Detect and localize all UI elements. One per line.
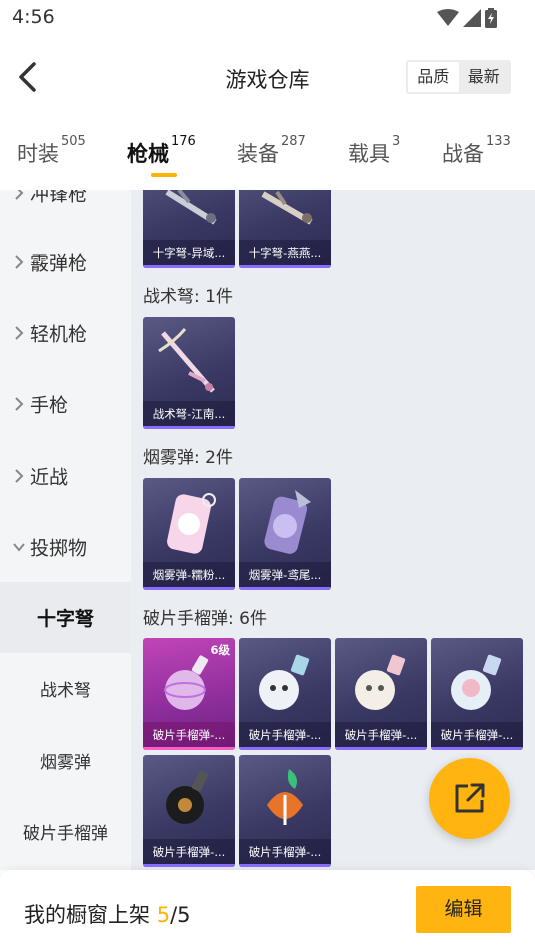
sidebar-item-melee[interactable]: 近战 (0, 440, 131, 511)
tab-label: 枪械 (127, 142, 169, 166)
frag-grenade-image (166, 770, 209, 824)
smoke-grenade-image (167, 493, 216, 554)
tactical-crossbow-image (158, 328, 215, 393)
item-name: 破片手榴弹-... (143, 722, 235, 750)
sidebar-item-label: 轻机枪 (30, 323, 88, 345)
item-name: 破片手榴弹-... (431, 722, 523, 750)
frag-grenade-image (267, 769, 303, 825)
sort-toggle: 品质 最新 (406, 60, 511, 94)
item-card[interactable]: 十字弩-异域... (143, 190, 235, 268)
category-tabs: 时装505 枪械176 装备287 载具3 战备133 (0, 132, 535, 190)
item-card[interactable]: 战术弩-江南... (143, 317, 235, 429)
tab-label: 载具 (348, 142, 390, 166)
chevron-right-icon (15, 396, 24, 411)
showcase-status: 我的橱窗上架 5/5 (24, 899, 191, 929)
showcase-footer: 我的橱窗上架 5/5 编辑 (0, 870, 535, 951)
sidebar-subitem-frag-grenade[interactable]: 破片手榴弹 (0, 796, 131, 867)
status-bar: 4:56 (0, 0, 535, 36)
tab-count: 3 (392, 134, 401, 149)
sidebar-item-lmg[interactable]: 轻机枪 (0, 297, 131, 368)
item-name: 十字弩-异域... (143, 240, 235, 268)
item-card[interactable]: 破片手榴弹-... (335, 638, 427, 750)
tab-vehicles[interactable]: 载具3 (348, 134, 400, 168)
sidebar-item-label: 手枪 (30, 394, 69, 416)
item-card[interactable]: 破片手榴弹-... (143, 755, 235, 867)
chevron-right-icon (15, 190, 24, 200)
item-card[interactable]: 烟雾弹-鸢尾... (239, 478, 331, 590)
sidebar-subitem-smoke-grenade[interactable]: 烟雾弹 (0, 725, 131, 796)
section-title: 烟雾弹: 2件 (143, 448, 233, 468)
status-time: 4:56 (12, 6, 55, 28)
frag-grenade-image (355, 654, 406, 710)
frag-grenade-image (259, 654, 310, 710)
chevron-right-icon (15, 325, 24, 340)
item-name: 烟雾弹-鸢尾... (239, 562, 331, 590)
showcase-total: /5 (170, 903, 191, 927)
item-name: 战术弩-江南... (143, 401, 235, 429)
smoke-grenade-image (264, 490, 311, 554)
item-card[interactable]: 6级 破片手榴弹-... (143, 638, 235, 750)
sidebar-item-label: 冲锋枪 (30, 190, 88, 205)
share-button[interactable] (429, 758, 510, 839)
status-icons (437, 8, 497, 28)
item-card[interactable]: 烟雾弹-糯粉... (143, 478, 235, 590)
sort-latest-button[interactable]: 最新 (459, 62, 510, 92)
sidebar-item-label: 近战 (30, 466, 69, 488)
tab-supplies[interactable]: 战备133 (442, 134, 511, 168)
tab-count: 133 (486, 134, 511, 149)
tab-count: 505 (61, 134, 86, 149)
crossbow-image (261, 190, 313, 225)
item-name: 十字弩-燕燕... (239, 240, 331, 268)
tab-label: 时装 (17, 142, 59, 166)
tab-equipment[interactable]: 装备287 (237, 134, 306, 168)
crossbow-image (165, 190, 217, 225)
item-card[interactable]: 破片手榴弹-... (239, 638, 331, 750)
sort-quality-button[interactable]: 品质 (408, 62, 459, 92)
active-tab-indicator (151, 173, 177, 177)
item-name: 破片手榴弹-... (143, 839, 235, 867)
showcase-current-count: 5 (156, 903, 171, 927)
sidebar-item-throwables[interactable]: 投掷物 (0, 511, 131, 582)
item-card[interactable]: 十字弩-燕燕... (239, 190, 331, 268)
sidebar-item-shotgun[interactable]: 霰弹枪 (0, 226, 131, 297)
tab-count: 176 (171, 134, 196, 149)
tab-count: 287 (281, 134, 306, 149)
tab-label: 战备 (442, 142, 484, 166)
section-title: 破片手榴弹: 6件 (143, 609, 267, 629)
sidebar-item-pistol[interactable]: 手枪 (0, 368, 131, 439)
sidebar-subitem-crossbow[interactable]: 十字弩 (0, 582, 131, 653)
tab-label: 装备 (237, 142, 279, 166)
sidebar-item-label: 投掷物 (30, 537, 88, 559)
item-name: 烟雾弹-糯粉... (143, 562, 235, 590)
item-name: 破片手榴弹-... (239, 722, 331, 750)
edit-button[interactable]: 编辑 (416, 886, 511, 933)
showcase-label: 我的橱窗上架 (24, 903, 150, 927)
sidebar-subitem-tactical-crossbow[interactable]: 战术弩 (0, 653, 131, 724)
wifi-icon (437, 9, 459, 26)
sidebar-item-smg[interactable]: 冲锋枪 (0, 190, 131, 228)
chevron-right-icon (15, 254, 24, 269)
sidebar-item-label: 霰弹枪 (30, 252, 88, 274)
section-title: 战术弩: 1件 (143, 287, 233, 307)
item-name: 破片手榴弹-... (239, 839, 331, 867)
share-icon (455, 783, 485, 813)
signal-icon (463, 9, 481, 27)
item-name: 破片手榴弹-... (335, 722, 427, 750)
frag-grenade-image (451, 654, 502, 710)
frag-grenade-image (164, 655, 209, 710)
sidebar: 冲锋枪 霰弹枪 轻机枪 手枪 近战 投掷物 十字弩 战术弩 烟雾弹 破片手榴弹 (0, 190, 131, 870)
warehouse-screen: 4:56 游戏仓库 品质 最新 时装505 枪械176 装备287 载具3 战备… (0, 0, 535, 951)
chevron-down-icon (13, 542, 25, 552)
chevron-right-icon (15, 468, 24, 483)
battery-icon (485, 8, 497, 28)
tab-firearms[interactable]: 枪械176 (127, 134, 196, 168)
tab-fashion[interactable]: 时装505 (17, 134, 86, 168)
item-card[interactable]: 破片手榴弹-... (239, 755, 331, 867)
item-card[interactable]: 破片手榴弹-... (431, 638, 523, 750)
